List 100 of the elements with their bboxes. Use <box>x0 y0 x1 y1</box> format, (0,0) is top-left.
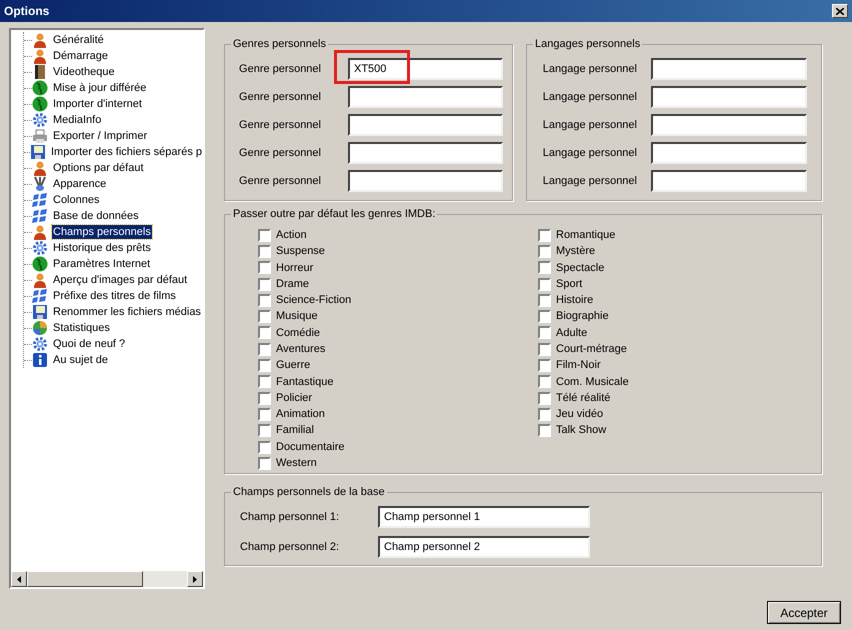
checkbox-label: Animation <box>276 407 325 422</box>
scroll-right-button[interactable] <box>187 571 203 587</box>
checkbox[interactable] <box>258 342 271 356</box>
language-field[interactable] <box>651 86 807 108</box>
field-label: Langage personnel <box>542 118 638 133</box>
tree-item[interactable]: Aperçu d'images par défaut <box>52 273 188 287</box>
checkbox-label: Télé réalité <box>556 390 610 406</box>
checkbox[interactable] <box>538 244 551 258</box>
tree-item[interactable]: Options par défaut <box>52 161 145 175</box>
globe-icon <box>32 256 48 272</box>
custom-field[interactable]: Champ personnel 2 <box>378 536 590 558</box>
windows-flag-icon <box>32 288 48 304</box>
checkbox-label: Western <box>276 456 317 472</box>
genre-field[interactable]: XT500 <box>348 58 503 80</box>
floppy-icon <box>30 144 46 160</box>
checkbox[interactable] <box>538 359 551 372</box>
field-label: Genre personnel <box>238 146 322 161</box>
tree-item[interactable]: Mise à jour différée <box>52 81 148 95</box>
tree-item[interactable]: Colonnes <box>52 193 100 207</box>
checkbox[interactable] <box>538 294 551 307</box>
custom-field[interactable]: Champ personnel 1 <box>378 506 590 528</box>
checkbox[interactable] <box>538 261 551 274</box>
horizontal-scrollbar[interactable] <box>11 571 203 587</box>
tree-item[interactable]: Au sujet de <box>52 353 110 367</box>
tree-item[interactable]: Paramètres Internet <box>52 257 152 271</box>
checkbox[interactable] <box>538 310 551 324</box>
checkbox-label: Suspense <box>276 244 325 260</box>
checkbox[interactable] <box>258 261 271 274</box>
person-icon <box>32 272 48 288</box>
tree-item[interactable]: Base de données <box>52 209 140 223</box>
checkbox[interactable] <box>258 228 271 242</box>
genre-field[interactable] <box>348 86 503 108</box>
tree-item[interactable]: Champs personnels <box>52 225 152 239</box>
checkbox-label: Com. Musicale <box>556 374 629 390</box>
tree-item[interactable]: Apparence <box>52 177 108 191</box>
group-title: Genres personnels <box>231 37 328 51</box>
scroll-thumb[interactable] <box>27 571 143 587</box>
checkbox-label: Adulte <box>556 326 588 341</box>
close-icon <box>836 8 844 14</box>
language-field[interactable] <box>651 114 807 136</box>
checkbox-label: Documentaire <box>276 440 344 455</box>
tree-item[interactable]: Importer d'internet <box>52 97 143 111</box>
tree-item[interactable]: Statistiques <box>52 321 111 335</box>
tree-item[interactable]: Exporter / Imprimer <box>52 129 148 143</box>
checkbox[interactable] <box>538 342 551 356</box>
checkbox[interactable] <box>258 424 271 438</box>
checkbox-label: Policier <box>276 390 312 406</box>
checkbox[interactable] <box>258 392 271 405</box>
field-label: Langage personnel <box>542 146 638 161</box>
field-label: Langage personnel <box>542 90 638 105</box>
field-label: Genre personnel <box>238 118 322 133</box>
checkbox[interactable] <box>538 408 551 421</box>
checkbox[interactable] <box>258 294 271 307</box>
gear-icon <box>32 112 48 128</box>
close-button[interactable] <box>832 4 848 18</box>
checkbox-label: Musique <box>276 309 318 324</box>
checkbox[interactable] <box>538 392 551 405</box>
group-title: Passer outre par défaut les genres IMDB: <box>231 207 438 221</box>
checkbox[interactable] <box>258 326 271 340</box>
checkbox[interactable] <box>258 456 271 470</box>
checkbox[interactable] <box>258 375 271 388</box>
tree-item[interactable]: Importer des fichiers séparés p <box>50 145 203 159</box>
checkbox[interactable] <box>538 424 551 438</box>
tree-item[interactable]: Renommer les fichiers médias <box>52 305 202 319</box>
field-label: Genre personnel <box>238 62 322 77</box>
language-field[interactable] <box>651 170 807 192</box>
checkbox[interactable] <box>258 278 271 291</box>
checkbox-label: Mystère <box>556 244 596 260</box>
windows-flag-icon <box>32 192 48 208</box>
genre-field[interactable] <box>348 170 503 192</box>
scroll-left-button[interactable] <box>11 571 27 587</box>
checkbox[interactable] <box>258 359 271 372</box>
tree-item[interactable]: Quoi de neuf ? <box>52 337 126 351</box>
pie-chart-icon <box>32 320 48 336</box>
genre-field[interactable] <box>348 114 503 136</box>
language-field[interactable] <box>651 142 807 164</box>
tree-item[interactable]: Historique des prêts <box>52 241 152 255</box>
accept-button[interactable]: Accepter <box>767 601 841 624</box>
checkbox-label: Talk Show <box>556 423 606 438</box>
checkbox[interactable] <box>258 244 271 258</box>
tree-item[interactable]: Généralité <box>52 33 105 47</box>
tree-item[interactable]: Videotheque <box>52 65 116 79</box>
book-icon <box>32 64 48 80</box>
checkbox[interactable] <box>258 408 271 421</box>
tree-item[interactable]: Préfixe des titres de films <box>52 289 177 303</box>
checkbox-label: Comédie <box>276 326 320 341</box>
checkbox[interactable] <box>538 375 551 388</box>
checkbox[interactable] <box>258 310 271 324</box>
field-label: Genre personnel <box>238 174 322 189</box>
person-icon <box>32 160 48 176</box>
tree-item[interactable]: Démarrage <box>52 49 110 63</box>
checkbox[interactable] <box>538 228 551 242</box>
language-field[interactable] <box>651 58 807 80</box>
group-title: Champs personnels de la base <box>231 485 387 499</box>
checkbox[interactable] <box>538 278 551 291</box>
checkbox[interactable] <box>258 440 271 454</box>
genre-field[interactable] <box>348 142 503 164</box>
globe-icon <box>32 80 48 96</box>
tree-item[interactable]: MediaInfo <box>52 113 102 127</box>
checkbox[interactable] <box>538 326 551 340</box>
